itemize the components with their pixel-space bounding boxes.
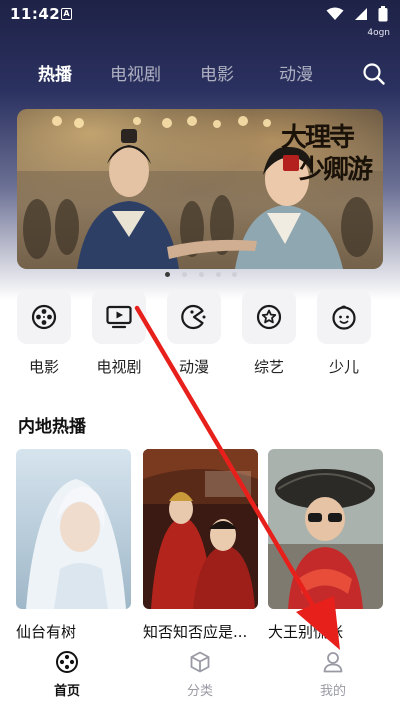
- battery-icon: [378, 6, 388, 22]
- category-anime[interactable]: 动漫: [167, 290, 223, 380]
- category-icon-box: [317, 290, 371, 344]
- seal-icon: [283, 155, 299, 171]
- carousel-dot[interactable]: [182, 272, 187, 277]
- tab-tv-series[interactable]: 电视剧: [110, 60, 161, 85]
- carrier-label: 4ogn: [367, 28, 390, 38]
- category-label: 动漫: [178, 358, 209, 376]
- tab-hot[interactable]: 热播: [38, 60, 72, 85]
- category-label: 电影: [28, 358, 59, 376]
- carousel-indicator: [0, 272, 400, 280]
- nav-category-label: 分类: [186, 684, 213, 699]
- carousel-dot[interactable]: [216, 272, 221, 277]
- film-reel-icon: [31, 304, 57, 330]
- search-icon[interactable]: [362, 62, 386, 86]
- carousel-dot[interactable]: [165, 272, 170, 277]
- signal-icon: [355, 8, 367, 20]
- poster-row: 仙台有树 知否知否应是... 大王别慌张: [0, 449, 400, 644]
- pacman-icon: [181, 304, 206, 330]
- wifi-icon: [326, 7, 344, 20]
- poster-title[interactable]: 知否知否应是...: [143, 621, 268, 642]
- poster-image[interactable]: [268, 449, 383, 609]
- tv-play-icon: [106, 305, 132, 329]
- nav-category[interactable]: 分类: [170, 650, 230, 699]
- category-variety[interactable]: 综艺: [242, 290, 298, 380]
- category-icon-box: [242, 290, 296, 344]
- top-nav: 热播 电视剧 电影 动漫: [0, 60, 400, 88]
- status-icons: [326, 6, 388, 22]
- carousel-dot[interactable]: [232, 272, 237, 277]
- tab-movies[interactable]: 电影: [200, 60, 234, 85]
- star-badge-icon: [256, 304, 282, 330]
- nav-profile[interactable]: 我的: [303, 650, 363, 699]
- nav-profile-label: 我的: [319, 684, 346, 699]
- poster-image[interactable]: [143, 449, 258, 609]
- poster-image[interactable]: [16, 449, 131, 609]
- category-tv-series[interactable]: 电视剧: [92, 290, 148, 380]
- section-title: 内地热播: [18, 417, 86, 437]
- nav-home[interactable]: 首页: [37, 650, 97, 699]
- bottom-nav: 首页 分类 我的: [0, 645, 400, 712]
- category-movie[interactable]: 电影: [17, 290, 73, 380]
- status-bar: 11:42 A 4ogn: [0, 0, 400, 38]
- status-time: 11:42: [10, 5, 61, 23]
- nav-home-label: 首页: [53, 684, 80, 699]
- banner-title-logo: 大理寺 少卿游: [273, 115, 373, 187]
- poster-title[interactable]: 仙台有树: [16, 621, 141, 642]
- cube-icon: [190, 651, 210, 673]
- hero-banner[interactable]: 大理寺 少卿游: [17, 109, 383, 269]
- tab-anime[interactable]: 动漫: [279, 60, 313, 85]
- category-label: 电视剧: [96, 358, 142, 376]
- poster-title[interactable]: 大王别慌张: [268, 621, 393, 642]
- category-icon-box: [17, 290, 71, 344]
- category-label: 综艺: [253, 358, 284, 376]
- profile-icon: [323, 652, 343, 673]
- carousel-dot[interactable]: [199, 272, 204, 277]
- notification-icon: A: [61, 8, 72, 20]
- category-shortcuts: 电影 电视剧 动漫 综艺 少儿: [0, 290, 400, 380]
- category-label: 少儿: [328, 358, 359, 376]
- category-icon-box: [167, 290, 221, 344]
- child-face-icon: [332, 305, 356, 330]
- category-icon-box: [92, 290, 146, 344]
- banner-logo-line2: 少卿游: [299, 155, 373, 185]
- home-reel-icon: [56, 651, 78, 673]
- category-kids[interactable]: 少儿: [317, 290, 373, 380]
